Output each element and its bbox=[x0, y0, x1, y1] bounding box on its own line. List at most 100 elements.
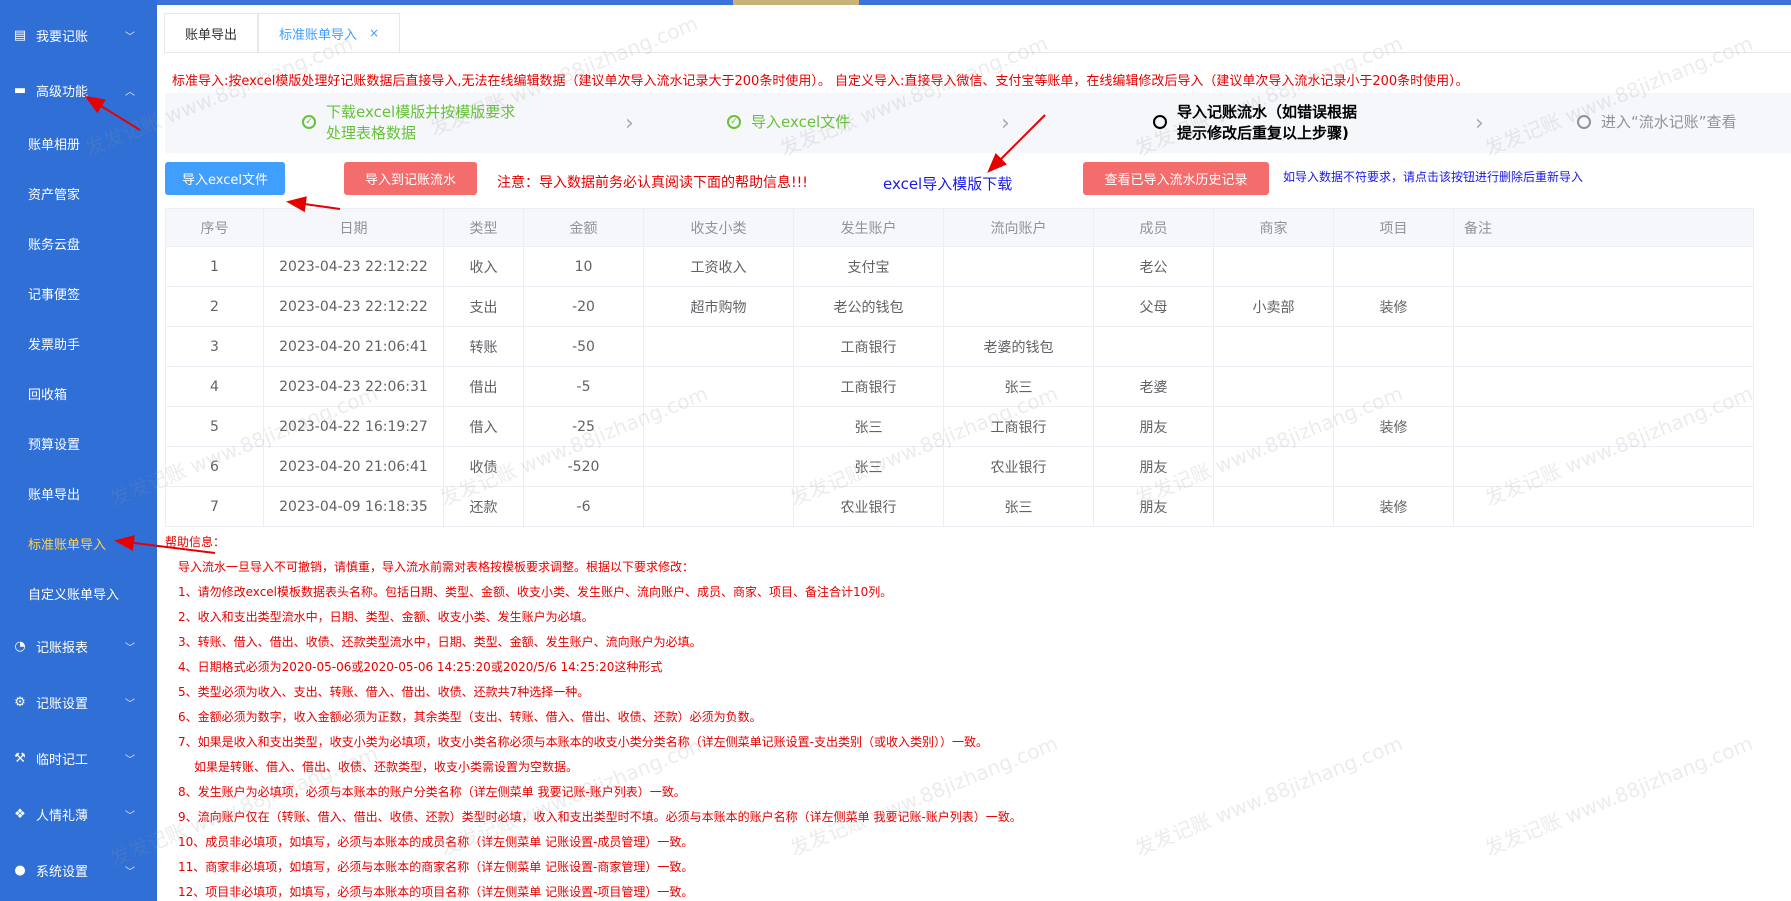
tab-divider bbox=[164, 52, 1791, 53]
sidebar-item-label: 临时记工 bbox=[36, 752, 89, 768]
import-flow-button[interactable]: 导入到记账流水 bbox=[344, 162, 477, 195]
column-header: 流向账户 bbox=[943, 208, 1094, 247]
table-cell: 老婆 bbox=[1093, 366, 1214, 407]
sidebar-subitem-standard-import[interactable]: 标准账单导入 bbox=[0, 518, 157, 568]
steps-bar: ✓ 下载excel模版并按模版要求 处理表格数据 › ✓ 导入excel文件 ›… bbox=[165, 93, 1791, 153]
table-cell: -25 bbox=[523, 406, 644, 447]
check-icon: ✓ bbox=[302, 115, 316, 129]
sidebar-subitem-notes[interactable]: 记事便签 bbox=[0, 268, 157, 318]
circle-icon bbox=[1153, 115, 1167, 129]
step-text: 提示修改后重复以上步骤) bbox=[1177, 124, 1349, 142]
sidebar-item-reports[interactable]: ◔ 记账报表 ﹀ bbox=[0, 621, 157, 671]
table-cell bbox=[1213, 366, 1334, 407]
step-text: 导入记账流水（如错误根据 bbox=[1177, 103, 1358, 121]
table-cell: -5 bbox=[523, 366, 644, 407]
step-text: 导入excel文件 bbox=[751, 113, 851, 131]
column-header: 商家 bbox=[1213, 208, 1334, 247]
sidebar-item-advanced[interactable]: ▬ 高级功能 ︿ bbox=[0, 65, 157, 115]
table-cell: -520 bbox=[523, 446, 644, 487]
app-root: ▤ 我要记账 ﹀ ▬ 高级功能 ︿ 账单相册 资产管家 账务云盘 记事便签 发票… bbox=[0, 0, 1791, 901]
column-header: 类型 bbox=[443, 208, 524, 247]
help-line: 6、金额必须为数字，收入金额必须为正数，其余类型（支出、转账、借入、借出、收债、… bbox=[178, 710, 762, 724]
sidebar-subitem-recycle[interactable]: 回收箱 bbox=[0, 368, 157, 418]
help-line: 5、类型必须为收入、支出、转账、借入、借出、收债、还款共7种选择一种。 bbox=[178, 685, 590, 699]
sidebar-subitem-invoice[interactable]: 发票助手 bbox=[0, 318, 157, 368]
table-cell: 借出 bbox=[443, 366, 524, 407]
table-cell: 还款 bbox=[443, 486, 524, 527]
chevron-down-icon: ﹀ bbox=[125, 31, 135, 43]
step-text: 进入“流水记账”查看 bbox=[1601, 113, 1737, 131]
pie-chart-icon: ◔ bbox=[14, 638, 26, 654]
chevron-down-icon: ﹀ bbox=[125, 866, 135, 878]
tab-standard-import[interactable]: 标准账单导入 × bbox=[258, 13, 401, 53]
column-header: 成员 bbox=[1093, 208, 1214, 247]
download-template-link[interactable]: excel导入模版下载 bbox=[883, 173, 1012, 194]
table-cell bbox=[943, 286, 1094, 327]
table-cell: 2023-04-23 22:12:22 bbox=[263, 286, 444, 327]
sidebar-item-label: 系统设置 bbox=[36, 864, 89, 880]
sidebar-subitem-custom-import[interactable]: 自定义账单导入 bbox=[0, 568, 157, 618]
table-cell bbox=[1213, 406, 1334, 447]
help-list: 导入流水一旦导入不可撤销，请慎重，导入流水前需对表格按模板要求调整。根据以下要求… bbox=[178, 555, 1022, 901]
table-cell: 收债 bbox=[443, 446, 524, 487]
sidebar-item-label: 我要记账 bbox=[36, 29, 89, 45]
table-cell: 借入 bbox=[443, 406, 524, 447]
table-cell: 张三 bbox=[793, 406, 944, 447]
table-cell: 小卖部 bbox=[1213, 286, 1334, 327]
table-cell: 2023-04-20 21:06:41 bbox=[263, 326, 444, 367]
help-line: 如果是转账、借入、借出、收债、还款类型，收支小类需设置为空数据。 bbox=[194, 760, 579, 774]
sidebar-item-system[interactable]: ● 系统设置 ﹀ bbox=[0, 845, 157, 895]
sidebar-item-temp-work[interactable]: ⚒ 临时记工 ﹀ bbox=[0, 733, 157, 783]
import-notice: 标准导入:按excel模版处理好记账数据后直接导入,无法在线编辑数据（建议单次导… bbox=[172, 74, 1469, 89]
table-cell: 张三 bbox=[793, 446, 944, 487]
table-cell: 7 bbox=[165, 486, 264, 527]
sidebar-subitem-budget[interactable]: 预算设置 bbox=[0, 418, 157, 468]
sidebar-subitem-export[interactable]: 账单导出 bbox=[0, 468, 157, 518]
sidebar-item-label: 高级功能 bbox=[36, 84, 89, 100]
table-cell: 6 bbox=[165, 446, 264, 487]
table-cell bbox=[1333, 366, 1454, 407]
table-cell: 朋友 bbox=[1093, 446, 1214, 487]
table-cell bbox=[1453, 486, 1754, 527]
sidebar-subitem-album[interactable]: 账单相册 bbox=[0, 118, 157, 168]
table-cell: 工商银行 bbox=[793, 326, 944, 367]
help-line: 10、成员非必填项，如填写，必须与本账本的成员名称（详左侧菜单 记账设置-成员管… bbox=[178, 835, 694, 849]
sidebar-item-settings[interactable]: ⚙ 记账设置 ﹀ bbox=[0, 677, 157, 727]
chevron-right-icon: › bbox=[1001, 111, 1010, 136]
table-cell bbox=[1453, 406, 1754, 447]
sidebar-item-label: 人情礼薄 bbox=[36, 808, 89, 824]
table-cell bbox=[643, 446, 794, 487]
table-cell: 老公 bbox=[1093, 246, 1214, 287]
sidebar-item-bookkeeping[interactable]: ▤ 我要记账 ﹀ bbox=[0, 10, 157, 60]
import-table: 序号 日期 类型 金额 收支小类 发生账户 流向账户 成员 商家 项目 备注 1… bbox=[165, 208, 1754, 527]
table-cell: 老婆的钱包 bbox=[943, 326, 1094, 367]
table-cell bbox=[643, 486, 794, 527]
table-cell: 装修 bbox=[1333, 406, 1454, 447]
tab-bill-export[interactable]: 账单导出 bbox=[164, 13, 259, 53]
sidebar-item-gifts[interactable]: ❖ 人情礼薄 ﹀ bbox=[0, 789, 157, 839]
chevron-down-icon: ﹀ bbox=[125, 642, 135, 654]
table-cell bbox=[1213, 446, 1334, 487]
gear-icon: ⚙ bbox=[14, 694, 26, 710]
help-line: 4、日期格式必须为2020-05-06或2020-05-06 14:25:20或… bbox=[178, 660, 663, 674]
import-excel-button[interactable]: 导入excel文件 bbox=[165, 162, 285, 195]
chevron-right-icon: › bbox=[625, 111, 634, 136]
table-cell: 转账 bbox=[443, 326, 524, 367]
column-header: 项目 bbox=[1333, 208, 1454, 247]
table-cell bbox=[1333, 246, 1454, 287]
table-cell: 朋友 bbox=[1093, 486, 1214, 527]
gift-icon: ❖ bbox=[14, 806, 26, 822]
column-header: 日期 bbox=[263, 208, 444, 247]
view-history-button[interactable]: 查看已导入流水历史记录 bbox=[1083, 162, 1269, 195]
close-icon[interactable]: × bbox=[369, 26, 379, 40]
help-line: 11、商家非必填项，如填写，必须与本账本的商家名称（详左侧菜单 记账设置-商家管… bbox=[178, 860, 694, 874]
table-cell: 支出 bbox=[443, 286, 524, 327]
tab-label: 账单导出 bbox=[185, 27, 238, 43]
help-line: 2、收入和支出类型流水中，日期、类型、金额、收支小类、发生账户为必填。 bbox=[178, 610, 594, 624]
user-icon: ● bbox=[14, 862, 26, 878]
help-line: 12、项目非必填项，如填写，必须与本账本的项目名称（详左侧菜单 记账设置-项目管… bbox=[178, 885, 694, 899]
table-cell: 4 bbox=[165, 366, 264, 407]
sidebar-subitem-assets[interactable]: 资产管家 bbox=[0, 168, 157, 218]
sidebar-subitem-cloud[interactable]: 账务云盘 bbox=[0, 218, 157, 268]
tab-label: 标准账单导入 bbox=[279, 27, 358, 43]
